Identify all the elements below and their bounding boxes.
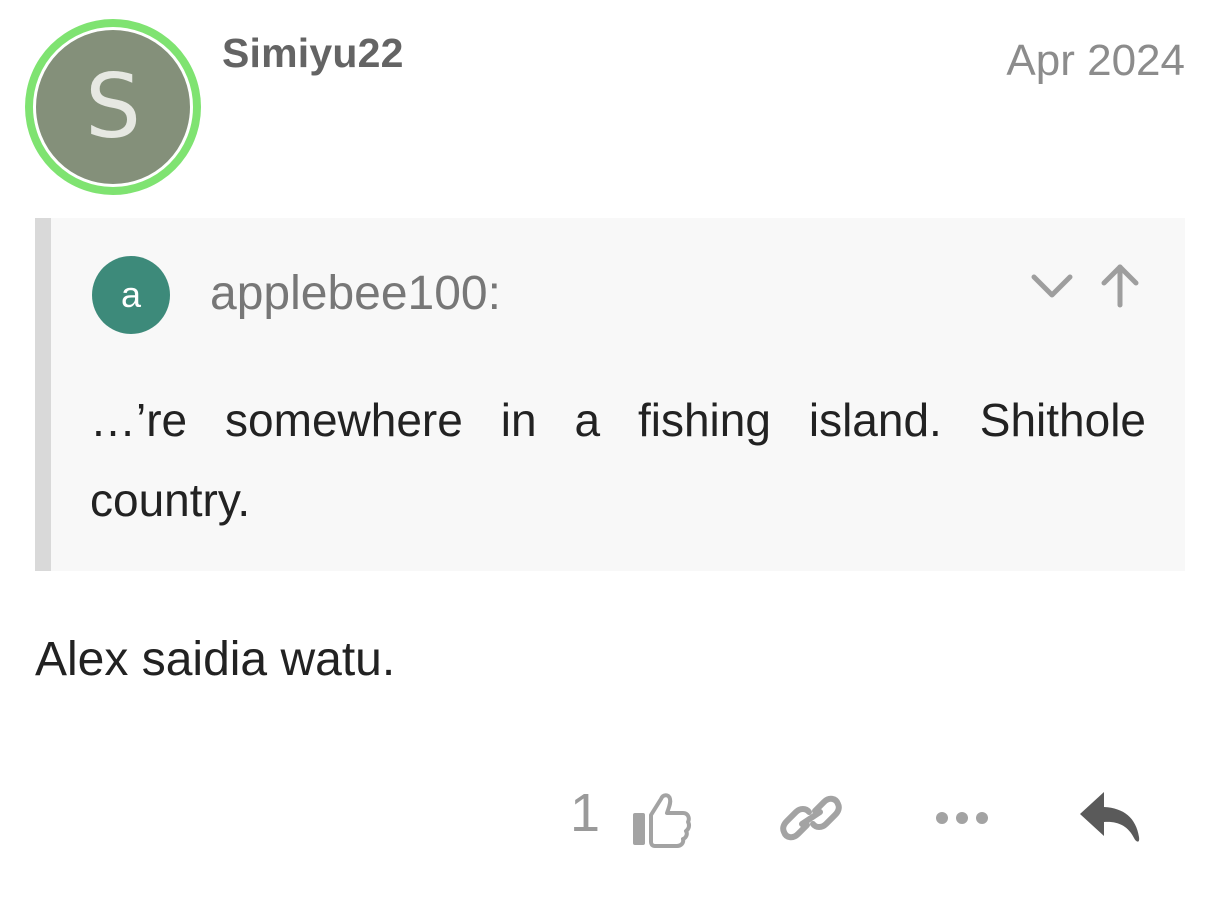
reply-button[interactable] (1076, 786, 1144, 850)
like-count[interactable]: 1 (570, 786, 600, 840)
like-button[interactable] (626, 788, 696, 850)
copy-link-button[interactable] (778, 790, 844, 846)
quote-block: a applebee100: …’re somewhere in a fishi… (35, 218, 1185, 571)
quote-text: …’re somewhere in a fishing island. Shit… (90, 394, 1146, 526)
reply-icon (1080, 792, 1140, 842)
avatar-letter: S (85, 55, 141, 158)
go-to-quoted-post-button[interactable] (1095, 260, 1145, 310)
post-author-username[interactable]: Simiyu22 (222, 30, 404, 77)
quote-username: applebee100: (210, 267, 501, 320)
post-date[interactable]: Apr 2024 (1006, 36, 1185, 86)
avatar[interactable]: S (33, 27, 193, 187)
quote-avatar[interactable]: a (92, 256, 170, 334)
link-icon (780, 795, 842, 841)
arrow-up-icon (1101, 264, 1139, 308)
expand-quote-button[interactable] (1027, 260, 1077, 310)
quote-controls (1027, 260, 1145, 310)
post-body-text: Alex saidia watu. (35, 633, 396, 686)
more-actions-button[interactable] (930, 796, 994, 840)
thumbs-up-icon (633, 793, 692, 848)
more-icon (936, 812, 988, 824)
chevron-down-icon (1031, 274, 1073, 298)
quote-avatar-letter: a (120, 274, 142, 315)
